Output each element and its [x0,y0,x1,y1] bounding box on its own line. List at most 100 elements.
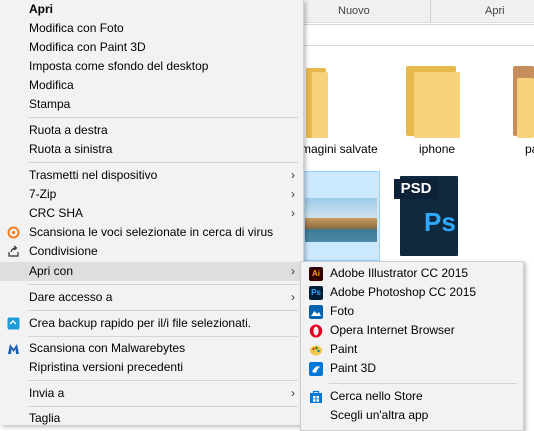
menu-item-open[interactable]: Apri [0,0,303,19]
menu-item-label: Scansiona le voci selezionate in cerca d… [29,225,274,239]
folder-tile-saved-images[interactable]: magini salvate [301,62,378,162]
menu-item-label: Modifica con Paint 3D [29,40,146,54]
submenu-arrow-icon: › [291,168,295,182]
menu-item-label: Ruota a sinistra [29,142,113,156]
submenu-arrow-icon: › [291,264,295,278]
backup-icon [7,317,20,330]
menu-item-label: Modifica [29,78,74,92]
submenu-item-label: Paint [330,342,358,356]
folder-label: iphone [419,142,456,156]
menu-item-label: Dare accesso a [29,290,113,304]
menu-item-rotate-right[interactable]: Ruota a destra [0,121,303,140]
menu-item-label: Invia a [29,386,65,400]
ribbon-group-open[interactable]: Apri [485,5,505,17]
submenu-item-label: Scegli un'altra app [330,408,429,422]
menu-item-malwarebytes[interactable]: Scansiona con Malwarebytes [0,339,303,358]
submenu-item-paint3d[interactable]: Paint 3D [301,359,523,378]
menu-item-label: Stampa [29,97,71,111]
menu-item-set-desktop-background[interactable]: Imposta come sfondo del desktop [0,57,303,76]
paint-icon [310,345,322,356]
paint3d-icon [309,362,323,376]
submenu-arrow-icon: › [291,386,295,400]
menu-item-scan-virus[interactable]: Scansiona le voci selezionate in cerca d… [0,223,303,242]
menu-item-quick-backup[interactable]: Crea backup rapido per il/i file selezio… [0,314,303,333]
menu-item-edit-with-paint3d[interactable]: Modifica con Paint 3D [0,38,303,57]
submenu-item-illustrator[interactable]: Ai Adobe Illustrator CC 2015 [301,264,523,283]
submenu-item-photos[interactable]: Foto [301,302,523,321]
store-icon [310,390,322,403]
address-bar[interactable] [300,24,534,46]
submenu-item-paint[interactable]: Paint [301,340,523,359]
submenu-item-choose-another-app[interactable]: Scegli un'altra app [301,406,523,425]
menu-item-label: Ruota a destra [29,123,108,137]
submenu-item-label: Opera Internet Browser [330,323,455,337]
menu-item-restore-versions[interactable]: Ripristina versioni precedenti [0,358,303,377]
opera-icon [309,324,323,338]
share-icon [8,245,19,257]
submenu-item-label: Paint 3D [330,361,377,375]
photoshop-icon: Ps [309,286,323,300]
menu-item-label: Apri con [29,264,74,278]
submenu-item-photoshop[interactable]: Ps Adobe Photoshop CC 2015 [301,283,523,302]
menu-item-label: Scansiona con Malwarebytes [29,341,186,355]
menu-item-cut[interactable]: Taglia [0,409,303,428]
menu-item-label: Ripristina versioni precedenti [29,360,184,374]
folder-label: magini salvate [301,142,378,156]
menu-separator [28,380,298,381]
submenu-arrow-icon: › [291,206,295,220]
menu-item-give-access[interactable]: Dare accesso a › [0,288,303,307]
menu-item-edit[interactable]: Modifica [0,76,303,95]
folder-icon-front [414,72,460,138]
image-thumbnail [305,198,377,242]
menu-item-label: Taglia [29,411,61,425]
menu-item-7zip[interactable]: 7-Zip › [0,185,303,204]
ps-badge: Ps [424,207,456,237]
ribbon-group-new[interactable]: Nuovo [338,5,370,17]
folder-icon-front [517,78,534,138]
menu-item-label: Apri [29,2,53,16]
menu-item-open-with[interactable]: Apri con › [0,262,303,281]
menu-separator [28,310,298,311]
folder-tile-iphone[interactable]: iphone [400,62,470,162]
menu-item-cast-to-device[interactable]: Trasmetti nel dispositivo › [0,166,303,185]
submenu-separator [329,383,517,384]
folder-icon-front [312,72,328,138]
menu-item-label: 7-Zip [29,187,57,201]
submenu-item-store[interactable]: Cerca nello Store [301,387,523,406]
menu-item-share[interactable]: Condivisione [0,242,303,261]
menu-separator [28,117,298,118]
folder-tile-partial[interactable]: pa [505,62,534,162]
submenu-item-label: Foto [330,304,355,318]
psd-badge: PSD [394,179,438,199]
menu-item-label: CRC SHA [29,206,84,220]
menu-separator [28,162,298,163]
malwarebytes-icon [8,344,19,354]
avast-icon [7,226,20,239]
menu-item-label: Crea backup rapido per il/i file selezio… [29,316,252,330]
menu-separator [28,284,298,285]
photos-icon [309,305,323,319]
submenu-item-label: Cerca nello Store [330,389,423,403]
menu-item-label: Trasmetti nel dispositivo [29,168,158,182]
menu-item-edit-with-photos[interactable]: Modifica con Foto [0,19,303,38]
submenu-arrow-icon: › [291,187,295,201]
menu-item-label: Condivisione [29,244,98,258]
ribbon-bar: Nuovo Apri [300,0,534,23]
menu-separator [28,406,298,407]
submenu-item-label: Adobe Illustrator CC 2015 [330,266,469,280]
menu-item-rotate-left[interactable]: Ruota a sinistra [0,140,303,159]
ribbon-divider [430,0,431,22]
menu-item-label: Imposta come sfondo del desktop [29,59,209,73]
open-with-submenu: Ai Adobe Illustrator CC 2015 Ps Adobe Ph… [300,261,524,431]
submenu-item-opera[interactable]: Opera Internet Browser [301,321,523,340]
context-menu: Apri Modifica con Foto Modifica con Pain… [0,0,304,425]
menu-item-label: Modifica con Foto [29,21,124,35]
psd-file-tile[interactable]: PSD Ps [390,171,470,261]
illustrator-icon: Ai [309,267,323,281]
selected-image-tile[interactable] [302,171,380,261]
menu-separator [28,336,298,337]
menu-item-send-to[interactable]: Invia a › [0,384,303,403]
menu-item-print[interactable]: Stampa [0,95,303,114]
menu-item-crc-sha[interactable]: CRC SHA › [0,204,303,223]
submenu-arrow-icon: › [291,290,295,304]
